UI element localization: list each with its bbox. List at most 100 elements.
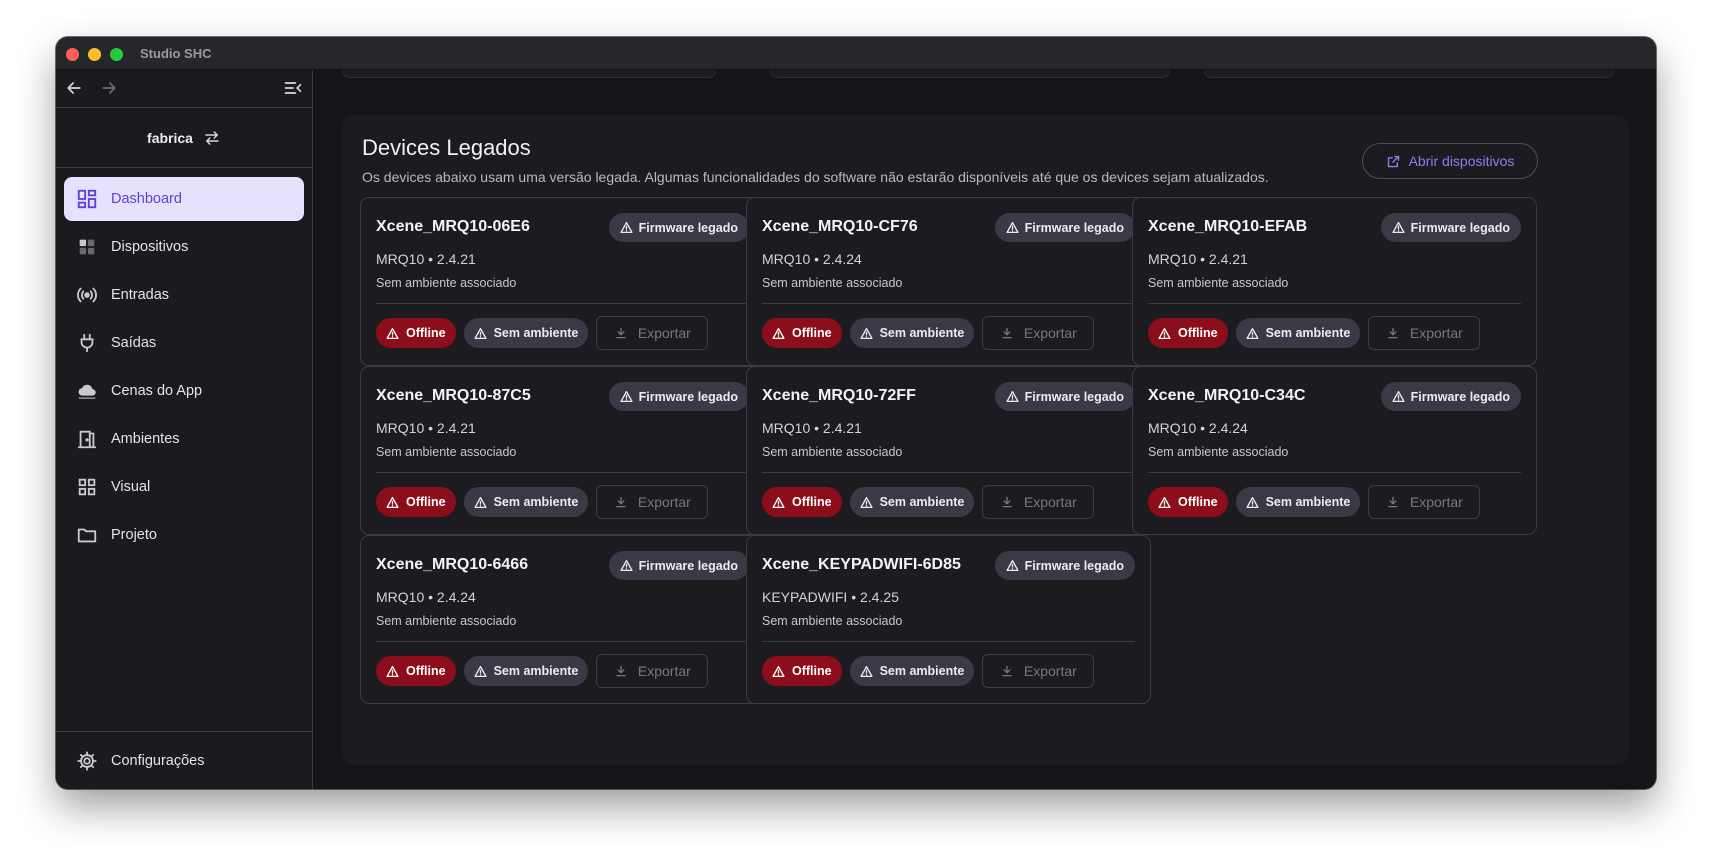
warning-icon	[474, 327, 487, 339]
badge-label: Firmware legado	[638, 389, 738, 404]
warning-icon	[1392, 221, 1405, 234]
sidebar-item-label: Dashboard	[111, 191, 182, 207]
offline-badge: Offline	[376, 318, 456, 348]
arrow-left-icon	[67, 82, 81, 94]
badge-label: Offline	[792, 495, 832, 509]
zoom-window-button[interactable]	[110, 48, 123, 61]
badge-label: Offline	[1178, 495, 1218, 509]
title-bar: Studio SHC	[56, 37, 1656, 70]
export-button[interactable]: Exportar	[982, 654, 1095, 688]
offline-badge: Offline	[1148, 318, 1228, 348]
card-divider	[762, 472, 1135, 473]
sidebar-item-dashboard[interactable]: Dashboard	[64, 177, 304, 221]
export-label: Exportar	[637, 663, 691, 679]
card-actions: Offline Sem ambiente Exportar	[376, 485, 709, 519]
door-icon	[77, 430, 97, 449]
warning-icon	[474, 496, 487, 508]
close-window-button[interactable]	[66, 48, 79, 61]
panel-description: Os devices abaixo usam uma versão legada…	[362, 169, 1269, 185]
badge-label: Sem ambiente	[1265, 326, 1351, 340]
warning-icon	[772, 496, 785, 508]
sidebar-item-label: Entradas	[111, 287, 170, 303]
badge-label: Offline	[792, 664, 832, 678]
minimize-window-button[interactable]	[88, 48, 101, 61]
no-environment-badge: Sem ambiente	[463, 656, 589, 686]
collapse-sidebar-button[interactable]	[280, 75, 306, 101]
device-model-version: MRQ10 • 2.4.21	[376, 251, 476, 267]
sidebar-item-entradas[interactable]: Entradas	[64, 273, 304, 317]
no-environment-badge: Sem ambiente	[1235, 318, 1361, 348]
badge-label: Offline	[792, 326, 832, 340]
firmware-legacy-badge: Firmware legado	[994, 213, 1135, 242]
badge-label: Firmware legado	[1410, 389, 1510, 404]
sidebar-item-label: Projeto	[111, 527, 157, 543]
sidebar-item-visual[interactable]: Visual	[64, 465, 304, 509]
warning-icon	[1246, 327, 1259, 339]
download-icon	[1002, 665, 1012, 677]
offline-badge: Offline	[376, 487, 456, 517]
badge-label: Firmware legado	[1410, 220, 1510, 235]
badge-label: Sem ambiente	[493, 326, 579, 340]
sidebar-item-projeto[interactable]: Projeto	[64, 513, 304, 557]
device-card: Xcene_MRQ10-EFAB Firmware legado MRQ10 •…	[1132, 197, 1537, 366]
main-content: Devices Legados Os devices abaixo usam u…	[314, 70, 1656, 789]
warning-icon	[1006, 390, 1019, 403]
warning-icon	[620, 221, 633, 234]
offline-badge: Offline	[762, 487, 842, 517]
export-label: Exportar	[1023, 663, 1077, 679]
download-icon	[616, 496, 626, 508]
export-button[interactable]: Exportar	[596, 316, 709, 350]
open-devices-button[interactable]: Abrir dispositivos	[1362, 143, 1538, 179]
open-devices-label: Abrir dispositivos	[1408, 153, 1515, 169]
sidebar-item-dispositivos[interactable]: Dispositivos	[64, 225, 304, 269]
offline-badge: Offline	[762, 656, 842, 686]
warning-icon	[860, 496, 873, 508]
export-button[interactable]: Exportar	[1368, 485, 1481, 519]
offline-badge: Offline	[1148, 487, 1228, 517]
cloud-icon	[78, 384, 96, 399]
panel-title: Devices Legados	[362, 135, 531, 160]
project-name: fabrica	[147, 130, 193, 146]
device-model-version: KEYPADWIFI • 2.4.25	[762, 589, 899, 605]
firmware-legacy-badge: Firmware legado	[994, 382, 1135, 411]
sidebar-item-cenas-do-app[interactable]: Cenas do App	[64, 369, 304, 413]
sidebar-item-saidas[interactable]: Saídas	[64, 321, 304, 365]
export-button[interactable]: Exportar	[1368, 316, 1481, 350]
card-actions: Offline Sem ambiente Exportar	[762, 485, 1095, 519]
firmware-legacy-badge: Firmware legado	[608, 213, 749, 242]
badge-label: Firmware legado	[638, 220, 738, 235]
sidebar-item-label: Visual	[111, 479, 151, 495]
warning-icon	[1392, 390, 1405, 403]
gear-icon	[77, 750, 97, 771]
export-button[interactable]: Exportar	[982, 485, 1095, 519]
offline-badge: Offline	[762, 318, 842, 348]
project-switcher[interactable]: fabrica	[56, 109, 312, 168]
export-label: Exportar	[1409, 325, 1463, 341]
card-divider	[1148, 472, 1521, 473]
device-name: Xcene_MRQ10-72FF	[762, 387, 916, 404]
folder-icon	[77, 528, 97, 543]
badge-label: Firmware legado	[1024, 220, 1124, 235]
card-divider	[376, 641, 749, 642]
export-label: Exportar	[1409, 494, 1463, 510]
badge-label: Offline	[406, 326, 446, 340]
grid-icon	[78, 478, 96, 496]
warning-icon	[386, 665, 399, 677]
device-environment: Sem ambiente associado	[376, 276, 517, 290]
sidebar-item-configuracoes[interactable]: Configurações	[56, 731, 312, 789]
badge-label: Firmware legado	[1024, 389, 1124, 404]
export-button[interactable]: Exportar	[982, 316, 1095, 350]
sidebar-item-ambientes[interactable]: Ambientes	[64, 417, 304, 461]
sidebar-item-label: Saídas	[111, 335, 157, 351]
forward-button[interactable]	[96, 75, 122, 101]
export-button[interactable]: Exportar	[596, 485, 709, 519]
device-environment: Sem ambiente associado	[762, 614, 903, 628]
device-model-version: MRQ10 • 2.4.24	[376, 589, 476, 605]
device-card: Xcene_MRQ10-72FF Firmware legado MRQ10 •…	[746, 366, 1151, 535]
warning-icon	[386, 327, 399, 339]
export-button[interactable]: Exportar	[596, 654, 709, 688]
back-button[interactable]	[61, 75, 87, 101]
plug-icon	[80, 333, 94, 353]
badge-label: Firmware legado	[1024, 558, 1124, 573]
badge-label: Offline	[406, 495, 446, 509]
